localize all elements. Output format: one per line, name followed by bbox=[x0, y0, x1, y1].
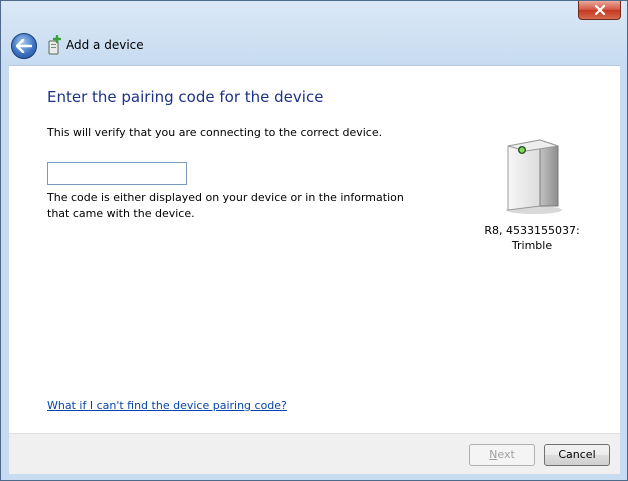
hint-text: The code is either displayed on your dev… bbox=[47, 191, 404, 220]
device-name-line1: R8, 4533155037: bbox=[484, 224, 580, 237]
cancel-button[interactable]: Cancel bbox=[544, 444, 610, 466]
device-name: R8, 4533155037: Trimble bbox=[477, 223, 587, 253]
next-button-label: ext bbox=[497, 448, 515, 461]
content-panel: Enter the pairing code for the device Th… bbox=[9, 65, 620, 433]
pairing-code-input[interactable] bbox=[47, 162, 187, 185]
back-arrow-icon bbox=[16, 39, 32, 53]
page-title: Enter the pairing code for the device bbox=[47, 88, 324, 106]
verify-text: This will verify that you are connecting… bbox=[47, 126, 383, 139]
close-icon bbox=[594, 5, 605, 15]
device-tower-icon bbox=[506, 139, 562, 214]
footer-bar: Next Cancel bbox=[9, 433, 620, 474]
add-device-icon bbox=[48, 35, 62, 55]
close-button[interactable] bbox=[578, 1, 621, 20]
window-title: Add a device bbox=[66, 38, 144, 52]
back-button[interactable] bbox=[11, 33, 37, 59]
next-button[interactable]: Next bbox=[469, 444, 535, 466]
add-device-window: Add a device Enter the pairing code for … bbox=[0, 0, 628, 481]
pairing-code-help-link[interactable]: What if I can't find the device pairing … bbox=[47, 399, 287, 412]
device-name-line2: Trimble bbox=[511, 239, 553, 252]
